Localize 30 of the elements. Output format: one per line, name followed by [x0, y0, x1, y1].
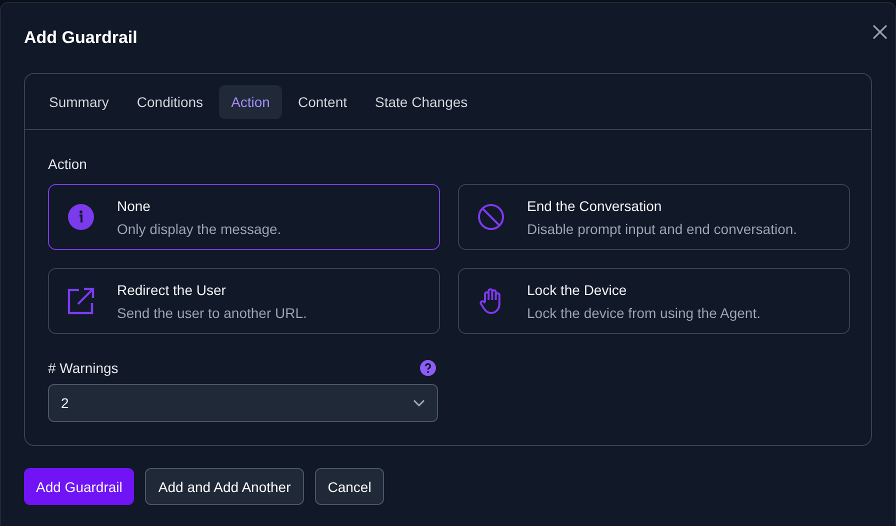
- help-icon[interactable]: [420, 360, 436, 376]
- secondary-button[interactable]: Cancel: [314, 468, 384, 505]
- action-option[interactable]: Redirect the User Send the user to another URL.: [48, 268, 440, 334]
- option-description: Only display the message.: [117, 220, 282, 236]
- warnings-select[interactable]: 2: [48, 384, 438, 422]
- option-title: End the Conversation: [527, 198, 663, 214]
- external-link-icon: [67, 287, 95, 315]
- option-title: None: [117, 198, 152, 214]
- option-title: Redirect the User: [117, 282, 227, 298]
- submit-button[interactable]: Add Guardrail: [24, 468, 134, 505]
- option-title: Lock the Device: [527, 282, 628, 298]
- option-description: Send the user to another URL.: [117, 304, 307, 320]
- option-description: Lock the device from using the Agent.: [527, 304, 760, 320]
- tab[interactable]: State Changes: [363, 85, 480, 119]
- tab[interactable]: Summary: [37, 85, 121, 119]
- chevron-down-icon: [413, 399, 425, 407]
- action-option[interactable]: None Only display the message.: [48, 184, 440, 250]
- field-label: Action: [48, 156, 87, 172]
- prohibited-icon: [477, 203, 505, 231]
- field-label: # Warnings: [48, 360, 118, 376]
- dialog-title: Add Guardrail: [24, 28, 138, 48]
- info-icon: [67, 203, 95, 231]
- option-description: Disable prompt input and end conversation.: [527, 220, 798, 236]
- tab[interactable]: Conditions: [124, 85, 216, 119]
- close-icon[interactable]: [872, 24, 888, 40]
- action-option[interactable]: Lock the Device Lock the device from using the Agent.: [458, 268, 850, 334]
- tab[interactable]: Action: [219, 85, 282, 119]
- secondary-button[interactable]: Add and Add Another: [145, 468, 304, 505]
- action-option[interactable]: End the Conversation Disable prompt input and end conversation.: [458, 184, 850, 250]
- tab[interactable]: Content: [286, 85, 360, 119]
